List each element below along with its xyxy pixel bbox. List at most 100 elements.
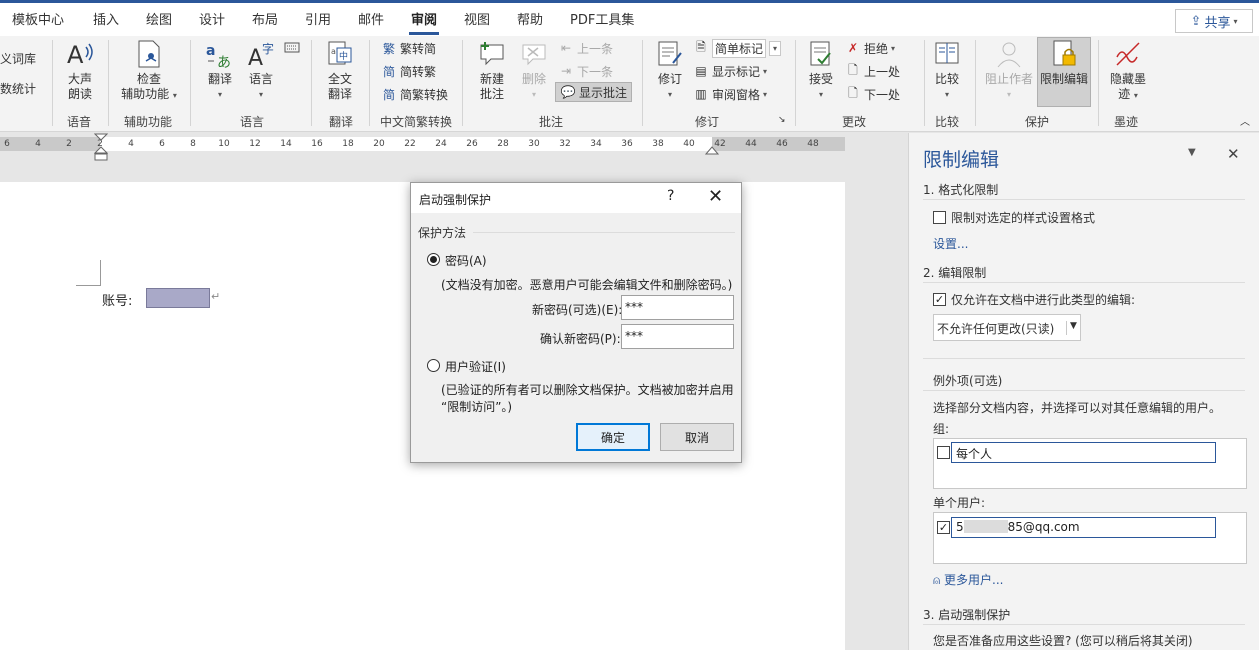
block-authors-button[interactable]: 阻止作者 ▾ <box>982 38 1036 102</box>
hide-ink-button[interactable]: 隐藏墨 迹 ▾ <box>1106 38 1150 103</box>
share-button[interactable]: ⇪ 共享 ▾ <box>1175 9 1253 33</box>
ruler-tick-label: 14 <box>280 139 292 149</box>
settings-link[interactable]: 设置... <box>933 235 968 252</box>
tab-design[interactable]: 设计 <box>199 9 225 28</box>
groups-list: 每个人 <box>933 438 1247 489</box>
restrict-editing-button[interactable]: 限制编辑 <box>1037 37 1091 107</box>
previous-comment-button[interactable]: ⇤ 上一条 <box>558 38 613 58</box>
chevron-down-icon: ▾ <box>531 90 536 99</box>
allow-editing-type-checkbox[interactable]: ✓ <box>933 293 946 306</box>
read-aloud-button[interactable]: A 大声 朗读 <box>62 38 98 102</box>
simp-to-trad-button[interactable]: 简简转繁 <box>381 61 436 81</box>
user-authentication-note-2: “限制访问”。) <box>441 400 513 414</box>
reject-button[interactable]: ✗ 拒绝 ▾ <box>845 38 895 58</box>
track-changes-icon <box>654 38 686 70</box>
chinese-conversion-button[interactable]: 简简繁转换 <box>381 84 448 104</box>
next-comment-label: 下一条 <box>577 64 614 79</box>
previous-change-button[interactable]: 🗋 上一处 <box>845 61 900 81</box>
tab-draw[interactable]: 绘图 <box>146 9 172 28</box>
trad-to-simp-label: 繁转简 <box>400 41 437 56</box>
track-changes-button[interactable]: 修订 ▾ <box>652 38 688 102</box>
user-authentication-label[interactable]: 用户验证(I) <box>445 358 506 375</box>
ruler-tick-label: 38 <box>652 139 664 149</box>
right-indent-marker-icon[interactable] <box>705 143 719 155</box>
next-change-button[interactable]: 🗋 下一处 <box>845 84 900 104</box>
account-form-field[interactable] <box>146 288 210 308</box>
full-translate-button[interactable]: 中a 全文 翻译 <box>322 38 358 102</box>
limit-formatting-label[interactable]: 限制对选定的样式设置格式 <box>951 209 1095 226</box>
groups-label: 组: <box>933 422 950 436</box>
chevron-down-icon: ▾ <box>1133 91 1138 100</box>
allow-editing-type-label[interactable]: 仅允许在文档中进行此类型的编辑: <box>951 291 1135 308</box>
editing-type-select[interactable]: 不允许任何更改(只读) ▼ <box>933 314 1081 341</box>
ruler-tick-label: 16 <box>311 139 323 149</box>
tab-layout[interactable]: 布局 <box>252 9 278 28</box>
accept-button[interactable]: 接受 ▾ <box>803 38 839 102</box>
new-password-input[interactable]: *** <box>621 295 734 320</box>
tab-references[interactable]: 引用 <box>305 9 331 28</box>
trad-to-simp-button[interactable]: 繁繁转简 <box>381 38 436 58</box>
reviewing-pane-button[interactable]: ▥ 审阅窗格 ▾ <box>693 84 767 104</box>
chevron-down-icon: ▾ <box>1233 16 1238 26</box>
chevron-down-icon: ▾ <box>944 90 949 99</box>
individuals-label: 单个用户: <box>933 496 986 510</box>
horizontal-ruler[interactable]: 6 4 2 2 4 6 8 10 12 14 16 18 20 22 24 26 28 30 32 34 36 38 40 4… <box>0 133 908 161</box>
tab-review[interactable]: 审阅 <box>408 9 440 35</box>
markup-value: 简单标记 <box>712 38 767 58</box>
translate-button[interactable]: aあ 翻译 ▾ <box>202 38 238 102</box>
group-everyone-item[interactable]: 每个人 <box>951 442 1216 463</box>
thesaurus-button[interactable]: 义词库 <box>0 48 36 68</box>
tab-pdf-tools[interactable]: PDF工具集 <box>570 9 634 28</box>
cancel-button[interactable]: 取消 <box>660 423 734 451</box>
check-accessibility-button[interactable]: 检查 辅助功能 ▾ <box>116 38 182 103</box>
delete-comment-button[interactable]: 删除 ▾ <box>516 38 552 102</box>
pane-close-icon[interactable]: ✕ <box>1227 145 1240 163</box>
pane-options-chevron-icon[interactable]: ▼ <box>1188 147 1196 158</box>
password-option-label[interactable]: 密码(A) <box>445 252 487 269</box>
svg-text:字: 字 <box>262 41 274 56</box>
group-label-accessibility: 辅助功能 <box>124 115 173 129</box>
dialog-launcher-icon[interactable]: ↘ <box>778 114 786 126</box>
check-label: 检查 <box>136 72 161 86</box>
reviewing-pane-icon: ▥ <box>695 87 707 101</box>
confirm-password-input[interactable]: *** <box>621 324 734 349</box>
crop-mark <box>76 285 101 286</box>
keyboard-icon[interactable] <box>284 38 300 58</box>
language-button[interactable]: A字 语言 ▾ <box>243 38 279 102</box>
markup-icon: 🗎 <box>696 39 706 54</box>
user-authentication-radio[interactable] <box>427 359 440 372</box>
markup-dropdown[interactable]: 🗎 简单标记 ▾ <box>693 38 782 58</box>
dialog-title: 启动强制保护 <box>419 193 492 207</box>
tab-insert[interactable]: 插入 <box>93 9 119 28</box>
tab-template-center[interactable]: 模板中心 <box>12 9 64 28</box>
group-everyone-checkbox[interactable] <box>937 446 950 459</box>
compare-button[interactable]: 比较 ▾ <box>929 38 965 102</box>
redacted-blur <box>963 520 1008 533</box>
accept-icon <box>805 38 837 70</box>
ok-button[interactable]: 确定 <box>576 423 650 451</box>
limit-formatting-checkbox[interactable] <box>933 211 946 224</box>
password-radio[interactable] <box>427 253 440 266</box>
more-users-link[interactable]: ⍝ 更多用户... <box>933 571 1003 588</box>
user-email-item[interactable]: 5 85@qq.com <box>951 517 1216 538</box>
new-comment-button[interactable]: 新建 批注 <box>474 38 510 102</box>
group-label-translation: 翻译 <box>329 115 354 129</box>
show-comments-button[interactable]: 💬 显示批注 <box>555 82 632 102</box>
word-count-button[interactable]: 数统计 <box>0 78 36 98</box>
close-icon[interactable]: ✕ <box>708 186 723 207</box>
tab-mailings[interactable]: 邮件 <box>358 9 384 28</box>
user-checkbox[interactable]: ✓ <box>937 521 950 534</box>
next-comment-button[interactable]: ⇥ 下一条 <box>558 61 613 81</box>
collapse-ribbon-icon[interactable]: ︿ <box>1240 114 1250 128</box>
language-label: 语言 <box>248 72 273 86</box>
tab-help[interactable]: 帮助 <box>517 9 543 28</box>
indent-marker-icon[interactable] <box>94 133 108 161</box>
restrict-editing-label: 限制编辑 <box>1039 72 1088 86</box>
help-icon[interactable]: ? <box>667 188 674 204</box>
show-comments-label: 显示批注 <box>578 85 627 100</box>
accessibility-label-text: 辅助功能 <box>121 87 170 101</box>
chevron-down-icon: ▾ <box>667 90 672 99</box>
show-markup-button[interactable]: ▤ 显示标记 ▾ <box>693 61 767 81</box>
tab-view[interactable]: 视图 <box>464 9 490 28</box>
translate-icon: aあ <box>204 38 236 70</box>
